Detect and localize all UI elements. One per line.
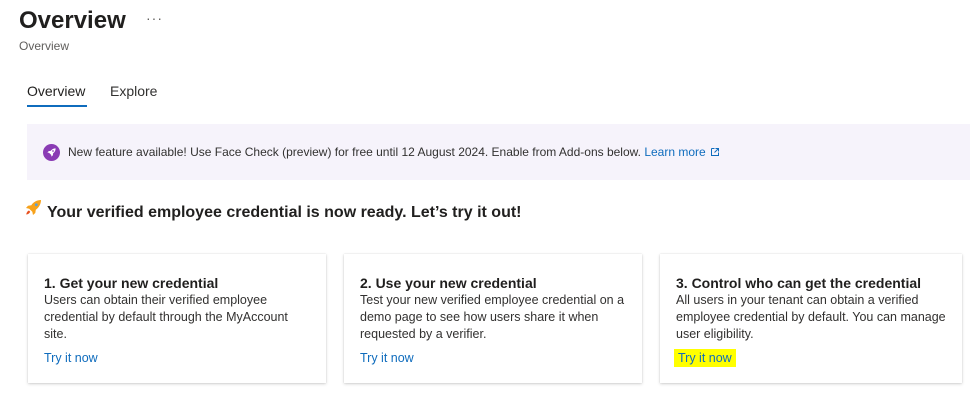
card-title: 1. Get your new credential	[44, 275, 219, 291]
learn-more-link[interactable]: Learn more	[644, 145, 719, 159]
page-title: Overview	[19, 7, 126, 34]
banner-text: New feature available! Use Face Check (p…	[68, 145, 641, 159]
more-options-button[interactable]: ···	[146, 10, 163, 26]
card-title: 3. Control who can get the credential	[676, 275, 922, 291]
feature-banner: New feature available! Use Face Check (p…	[27, 124, 970, 180]
learn-more-label[interactable]: Learn more	[644, 145, 705, 159]
banner-message: New feature available! Use Face Check (p…	[68, 145, 720, 160]
tab-overview[interactable]: Overview	[27, 83, 85, 99]
try-it-now-link[interactable]: Try it now	[44, 351, 98, 365]
card-title: 2. Use your new credential	[360, 275, 537, 291]
headline: Your verified employee credential is now…	[47, 204, 522, 221]
rocket-icon	[43, 144, 60, 161]
tab-explore[interactable]: Explore	[110, 83, 157, 99]
card-description: All users in your tenant can obtain a ve…	[676, 293, 946, 341]
open-external-icon[interactable]	[710, 146, 720, 160]
card-description: Test your new verified employee credenti…	[360, 293, 625, 341]
card-control-credential: 3. Control who can get the credential Al…	[660, 254, 962, 383]
tab-selected-indicator	[27, 105, 87, 107]
try-it-now-link[interactable]: Try it now	[674, 349, 736, 367]
rocket-icon	[24, 199, 42, 217]
breadcrumb: Overview	[19, 39, 70, 53]
card-get-credential: 1. Get your new credential Users can obt…	[28, 254, 326, 383]
card-description: Users can obtain their verified employee…	[44, 293, 288, 341]
card-use-credential: 2. Use your new credential Test your new…	[344, 254, 642, 383]
try-it-now-link[interactable]: Try it now	[360, 351, 414, 365]
